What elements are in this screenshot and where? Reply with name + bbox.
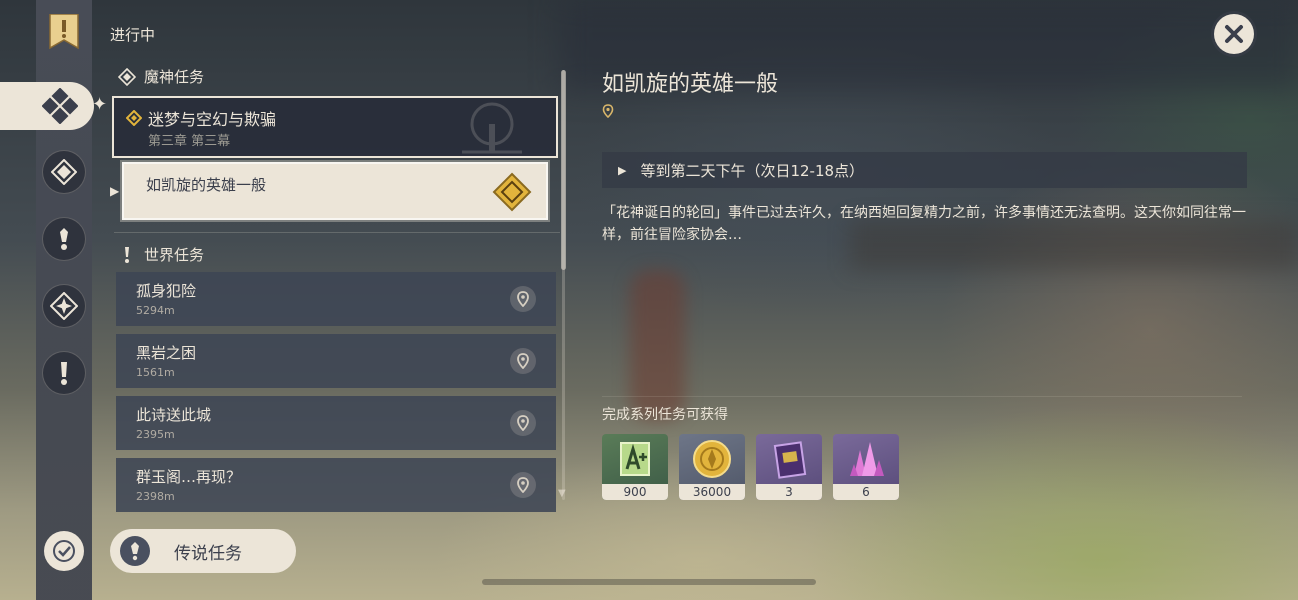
sidebar-item-event-quest[interactable] (42, 351, 86, 395)
quest-list-scroll-thumb[interactable] (561, 70, 566, 270)
world-quest-name: 黑岩之困 (136, 344, 197, 362)
archon-quest-chapter: 第三章 第三幕 (148, 134, 231, 149)
track-quest-icon[interactable] (492, 172, 532, 212)
sidebar-item-world-quest[interactable] (42, 217, 86, 261)
reward-count: 36000 (679, 484, 745, 500)
sidebar-item-commission[interactable] (42, 284, 86, 328)
close-button[interactable] (1214, 14, 1254, 54)
map-pin-icon[interactable] (510, 472, 536, 498)
sidebar-item-story-quest[interactable] (42, 150, 86, 194)
quest-list: 魔神任务 迷梦与空幻与欺骗 第三章 第三幕 ▶ 如凯旋的英雄一般 世界任务 孤身… (110, 60, 562, 512)
mora-coin-icon (679, 434, 745, 484)
quest-detail-title: 如凯旋的英雄一般 (602, 72, 779, 97)
quest-diamond-icon (126, 110, 142, 126)
world-quest-row[interactable]: 群玉阁…再现？ 2398m (116, 458, 556, 512)
active-step-title: 如凯旋的英雄一般 (146, 176, 267, 194)
world-quest-row[interactable]: 孤身犯险 5294m (116, 272, 556, 326)
home-indicator[interactable] (482, 579, 816, 585)
world-quest-row[interactable]: 黑岩之困 1561m (116, 334, 556, 388)
reward-count: 3 (756, 484, 822, 500)
sidebar-item-achievement[interactable] (44, 531, 84, 571)
reward-list: 900 36000 3 6 (602, 434, 899, 500)
in-progress-label: 进行中 (110, 26, 156, 44)
world-quest-group-header: 世界任务 (118, 244, 204, 265)
world-quest-name: 此诗送此城 (136, 406, 212, 424)
selection-sparkle-icon: ✦ (92, 94, 108, 115)
world-quest-distance: 5294m (136, 304, 175, 317)
location-pin-icon (602, 104, 614, 118)
achievement-icon (53, 540, 75, 562)
adventure-exp-icon (602, 434, 668, 484)
archon-quest-icon (41, 87, 79, 125)
rewards-label: 完成系列任务可获得 (602, 407, 728, 423)
world-quest-row[interactable]: 此诗送此城 2395m (116, 396, 556, 450)
quest-log-bookmark-icon (49, 14, 79, 50)
sumeru-emblem-icon (462, 102, 522, 154)
objective-arrow-icon: ▶ (618, 163, 627, 177)
map-pin-icon[interactable] (510, 348, 536, 374)
reward-item[interactable]: 6 (833, 434, 899, 500)
group-divider (114, 232, 560, 233)
quest-objective-text: 等到第二天下午（次日12-18点） (640, 161, 865, 180)
close-icon (1225, 25, 1243, 43)
world-quest-name: 群玉阁…再现？ (136, 468, 242, 486)
reward-item[interactable]: 3 (756, 434, 822, 500)
exclamation-icon (61, 362, 67, 385)
heros-wit-book-icon (756, 434, 822, 484)
legend-quest-button[interactable]: 传说任务 (110, 529, 296, 573)
archon-quest-title: 迷梦与空幻与欺骗 (148, 110, 277, 129)
quest-objective-bar: ▶ 等到第二天下午（次日12-18点） (602, 152, 1247, 188)
active-quest-step[interactable]: 如凯旋的英雄一般 (122, 162, 548, 220)
selected-step-arrow-icon: ▶ (110, 184, 120, 198)
story-quest-icon (51, 159, 77, 185)
world-group-title: 世界任务 (144, 246, 205, 264)
legend-quest-icon (120, 536, 150, 566)
map-pin-icon[interactable] (510, 410, 536, 436)
world-quest-icon (60, 228, 68, 250)
quest-description: 「花神诞日的轮回」事件已过去许久，在纳西妲回复精力之前，许多事情还无法查明。这天… (602, 205, 1246, 243)
reward-item[interactable]: 900 (602, 434, 668, 500)
archon-group-title: 魔神任务 (144, 68, 205, 86)
scroll-down-icon: ▼ (558, 488, 566, 499)
world-quest-small-icon (118, 246, 136, 264)
commission-icon (50, 292, 78, 320)
reward-divider (602, 396, 1242, 397)
world-quest-name: 孤身犯险 (136, 282, 197, 300)
reward-count: 900 (602, 484, 668, 500)
reward-count: 6 (833, 484, 899, 500)
archon-quest-entry[interactable]: 迷梦与空幻与欺骗 第三章 第三幕 (112, 96, 558, 158)
map-pin-icon[interactable] (510, 286, 536, 312)
legend-quest-label: 传说任务 (174, 543, 242, 564)
background-pillar (630, 270, 685, 420)
mystic-enhancement-ore-icon (833, 434, 899, 484)
archon-quest-small-icon (118, 67, 136, 86)
sidebar-item-archon-quest[interactable] (0, 82, 94, 130)
world-quest-distance: 1561m (136, 366, 175, 379)
archon-quest-group-header: 魔神任务 (118, 66, 204, 87)
reward-item[interactable]: 36000 (679, 434, 745, 500)
world-quest-distance: 2395m (136, 428, 175, 441)
world-quest-distance: 2398m (136, 490, 175, 503)
